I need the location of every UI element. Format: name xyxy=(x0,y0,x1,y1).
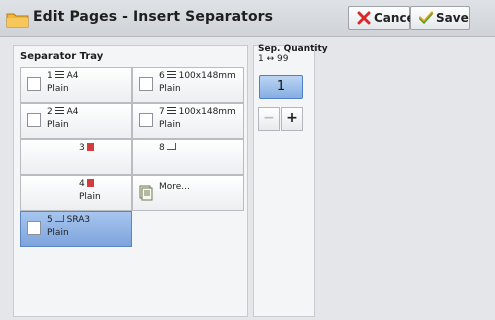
more-label: More... xyxy=(159,182,190,192)
tray-type: Plain xyxy=(159,120,181,130)
tray-label: 3 xyxy=(79,143,94,153)
paper-icon xyxy=(166,107,176,115)
save-button[interactable]: Save xyxy=(410,6,470,30)
screen: Edit Pages - Insert Separators Cancel Sa… xyxy=(0,0,495,320)
tray-5-button[interactable]: 5 SRA3 Plain xyxy=(20,211,132,247)
tray-type: Plain xyxy=(47,120,69,130)
bypass-tray-icon xyxy=(166,143,176,150)
tray-label: 5 SRA3 xyxy=(47,215,91,225)
tray-type: Plain xyxy=(159,84,181,94)
tray-checkbox xyxy=(27,221,41,235)
tray-label: 6 100x148mm xyxy=(159,71,236,81)
tray-1-button[interactable]: 1 A4 Plain xyxy=(20,67,132,103)
tray-type: Plain xyxy=(79,192,101,202)
tray-8-button[interactable]: 8 xyxy=(132,139,244,175)
tray-checkbox xyxy=(139,113,153,127)
quantity-value-field[interactable]: 1 xyxy=(259,75,303,99)
save-check-icon xyxy=(419,11,433,25)
tray-2-button[interactable]: 2 A4 Plain xyxy=(20,103,132,139)
tray-4-button[interactable]: 4 Plain xyxy=(20,175,132,211)
tray-label: 7 100x148mm xyxy=(159,107,236,117)
bypass-tray-icon xyxy=(54,215,64,222)
tray-7-button[interactable]: 7 100x148mm Plain xyxy=(132,103,244,139)
paper-empty-icon xyxy=(86,179,94,187)
separator-tray-title: Separator Tray xyxy=(20,51,104,62)
cancel-button[interactable]: Cancel xyxy=(348,6,419,30)
more-button[interactable]: More... xyxy=(132,175,244,211)
tray-type: Plain xyxy=(47,84,69,94)
tray-checkbox xyxy=(27,113,41,127)
tray-label: 1 A4 xyxy=(47,71,79,81)
quantity-range: 1 ↔ 99 xyxy=(258,54,289,64)
page-title: Edit Pages - Insert Separators xyxy=(33,9,274,25)
paper-empty-icon xyxy=(86,143,94,151)
tray-3-button[interactable]: 3 xyxy=(20,139,132,175)
paper-icon xyxy=(54,71,64,79)
tray-6-button[interactable]: 6 100x148mm Plain xyxy=(132,67,244,103)
paper-icon xyxy=(54,107,64,115)
increment-button[interactable]: + xyxy=(281,107,303,131)
title-bar: Edit Pages - Insert Separators Cancel Sa… xyxy=(0,0,495,37)
tray-type: Plain xyxy=(47,228,69,238)
save-label: Save xyxy=(436,11,469,25)
quantity-title: Sep. Quantity xyxy=(258,44,328,54)
decrement-button[interactable]: − xyxy=(258,107,280,131)
tray-label: 8 xyxy=(159,143,176,153)
paper-icon xyxy=(166,71,176,79)
tray-checkbox xyxy=(27,77,41,91)
cancel-x-icon xyxy=(357,11,371,25)
tray-checkbox xyxy=(139,77,153,91)
folder-icon xyxy=(6,13,29,28)
more-trays-icon xyxy=(139,185,153,201)
tray-label: 4 xyxy=(79,179,94,189)
tray-label: 2 A4 xyxy=(47,107,79,117)
